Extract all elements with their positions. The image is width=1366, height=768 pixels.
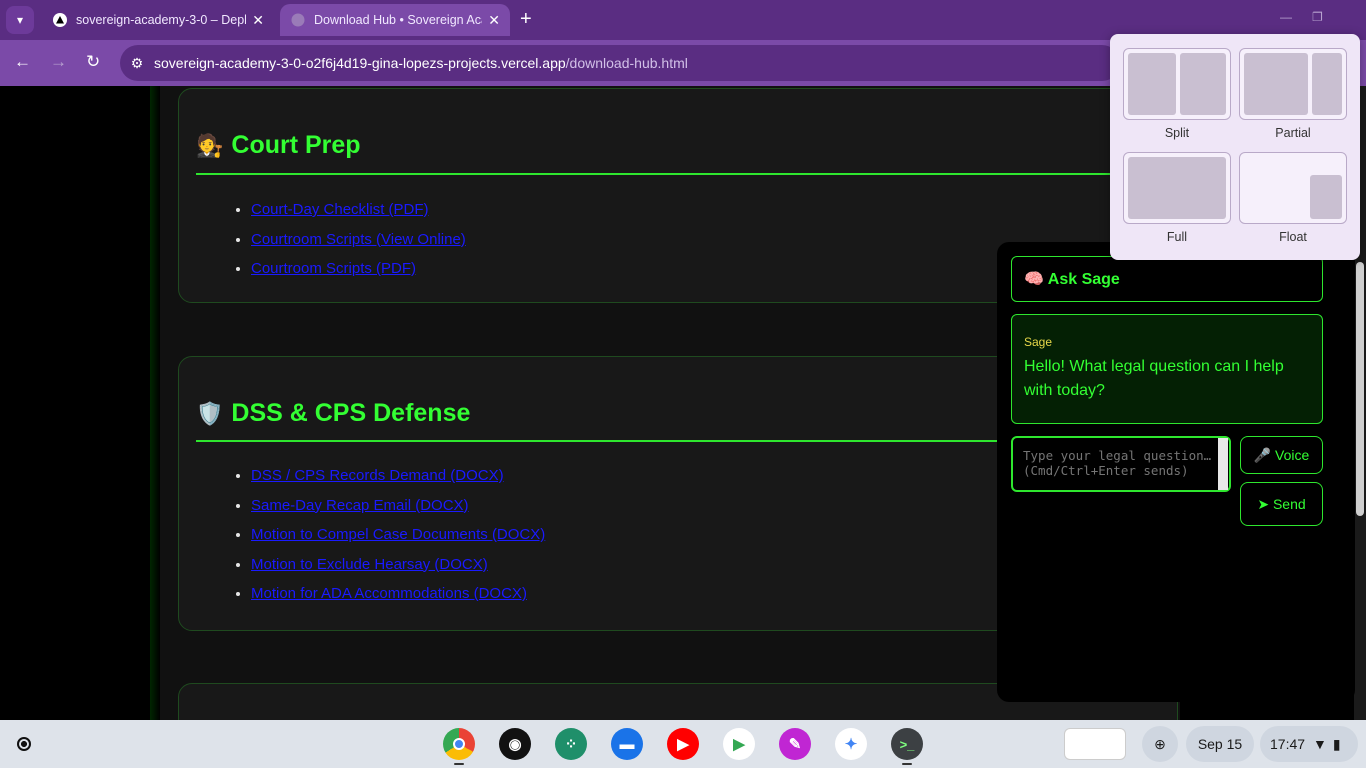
site-info-icon[interactable]: ⚙: [120, 55, 154, 72]
chrome-icon[interactable]: [443, 728, 475, 760]
running-indicator: [902, 763, 912, 765]
close-icon[interactable]: ✕: [252, 12, 264, 29]
sage-message: Sage Hello! What legal question can I he…: [1011, 314, 1323, 424]
youtube-icon[interactable]: ▶: [667, 728, 699, 760]
section-divider: [196, 173, 1177, 175]
launcher-icon: [17, 737, 31, 751]
add-icon[interactable]: ⊕: [1142, 726, 1178, 762]
section-title: 🧑‍⚖️ Court Prep: [196, 131, 361, 159]
date-display[interactable]: Sep 15: [1186, 726, 1254, 762]
messages-icon[interactable]: ▬: [611, 728, 643, 760]
scrollbar-thumb[interactable]: [1356, 262, 1364, 516]
list-item: Motion to Compel Case Documents (DOCX): [251, 520, 545, 550]
canvas-icon[interactable]: ✎: [779, 728, 811, 760]
battery-icon: ▮: [1332, 735, 1341, 752]
back-arrow-icon[interactable]: ←: [14, 52, 31, 72]
snap-label: Partial: [1275, 126, 1311, 140]
judge-icon: 🧑‍⚖️: [196, 132, 224, 158]
download-link[interactable]: Courtroom Scripts (PDF): [251, 260, 416, 277]
message-text: Hello! What legal question can I help wi…: [1024, 358, 1284, 399]
globe-icon: [290, 12, 306, 28]
send-button[interactable]: ➤ Send: [1240, 482, 1323, 526]
clock: 17:47: [1270, 736, 1306, 752]
download-link[interactable]: Courtroom Scripts (View Online): [251, 231, 466, 248]
restore-icon[interactable]: ❐: [1312, 10, 1323, 24]
address-bar[interactable]: ⚙ sovereign-academy-3-0-o2f6j4d19-gina-l…: [120, 45, 1120, 81]
snap-float-option[interactable]: [1239, 152, 1347, 224]
list-item: Courtroom Scripts (View Online): [251, 225, 466, 255]
list-item: Motion to Exclude Hearsay (DOCX): [251, 550, 545, 580]
tab-search-button[interactable]: ▾: [6, 6, 34, 34]
gemini-icon[interactable]: ✦: [835, 728, 867, 760]
running-indicator: [454, 763, 464, 765]
list-item: DSS / CPS Records Demand (DOCX): [251, 461, 545, 491]
chevron-down-icon: ▾: [16, 13, 24, 27]
url-host: sovereign-academy-3-0-o2f6j4d19-gina-lop…: [154, 55, 688, 71]
status-area[interactable]: 17:47 ▼ ▮: [1260, 726, 1358, 762]
list-item: Courtroom Scripts (PDF): [251, 254, 466, 284]
play-store-icon[interactable]: ▶: [723, 728, 755, 760]
download-link[interactable]: Motion for ADA Accommodations (DOCX): [251, 585, 527, 602]
input-scrollbar[interactable]: [1218, 438, 1228, 490]
wifi-icon: ▼: [1313, 736, 1327, 752]
download-link[interactable]: Court-Day Checklist (PDF): [251, 201, 429, 218]
sage-header: 🧠 Ask Sage: [1011, 256, 1323, 302]
side-glow: [150, 86, 160, 720]
tab-title: sovereign-academy-3-0 – Deplo: [76, 13, 247, 27]
question-input[interactable]: [1011, 436, 1231, 492]
message-sender: Sage: [1024, 335, 1053, 349]
download-link[interactable]: Same-Day Recap Email (DOCX): [251, 497, 469, 514]
snap-full-option[interactable]: [1123, 152, 1231, 224]
vercel-icon: [52, 12, 68, 28]
reload-icon[interactable]: ↻: [86, 52, 100, 72]
snap-layout-menu: Split Partial Full Float: [1110, 34, 1360, 260]
snap-split-option[interactable]: [1123, 48, 1231, 120]
download-link[interactable]: DSS / CPS Records Demand (DOCX): [251, 467, 504, 484]
section-title: 🛡️ DSS & CPS Defense: [196, 399, 471, 427]
list-item: Motion for ADA Accommodations (DOCX): [251, 579, 545, 609]
tab-download-hub[interactable]: Download Hub • Sovereign Aca ✕: [280, 4, 510, 36]
terminal-icon[interactable]: >_: [891, 728, 923, 760]
new-tab-button[interactable]: +: [520, 8, 532, 30]
tab-title: Download Hub • Sovereign Aca: [314, 13, 483, 27]
download-link[interactable]: Motion to Exclude Hearsay (DOCX): [251, 556, 488, 573]
forward-arrow-icon[interactable]: →: [50, 52, 67, 72]
link-list: Court-Day Checklist (PDF) Courtroom Scri…: [251, 195, 466, 284]
snap-label: Split: [1164, 126, 1190, 140]
ask-sage-panel: 🧠 Ask Sage Sage Hello! What legal questi…: [997, 242, 1355, 702]
minimize-icon[interactable]: —: [1280, 10, 1292, 24]
list-item: Same-Day Recap Email (DOCX): [251, 491, 545, 521]
holding-space-thumbnail[interactable]: [1064, 728, 1126, 760]
snap-partial-option[interactable]: [1239, 48, 1347, 120]
download-link[interactable]: Motion to Compel Case Documents (DOCX): [251, 526, 545, 543]
voice-button[interactable]: 🎤 Voice: [1240, 436, 1323, 474]
url-path: /download-hub.html: [565, 55, 688, 71]
launcher-button[interactable]: [8, 728, 40, 760]
podcast-icon[interactable]: ◉: [499, 728, 531, 760]
list-item: Court-Day Checklist (PDF): [251, 195, 466, 225]
tab-deployments[interactable]: sovereign-academy-3-0 – Deplo ✕: [42, 4, 274, 36]
apps-grid-icon[interactable]: ⁘: [555, 728, 587, 760]
close-icon[interactable]: ✕: [488, 12, 500, 29]
snap-label: Float: [1279, 230, 1307, 244]
link-list: DSS / CPS Records Demand (DOCX) Same-Day…: [251, 461, 545, 609]
snap-label: Full: [1166, 230, 1188, 244]
system-shelf: ◉ ⁘ ▬ ▶ ▶ ✎ ✦ >_ ⊕ Sep 15 17:47 ▼ ▮: [0, 720, 1366, 768]
shield-icon: 🛡️: [196, 400, 224, 426]
